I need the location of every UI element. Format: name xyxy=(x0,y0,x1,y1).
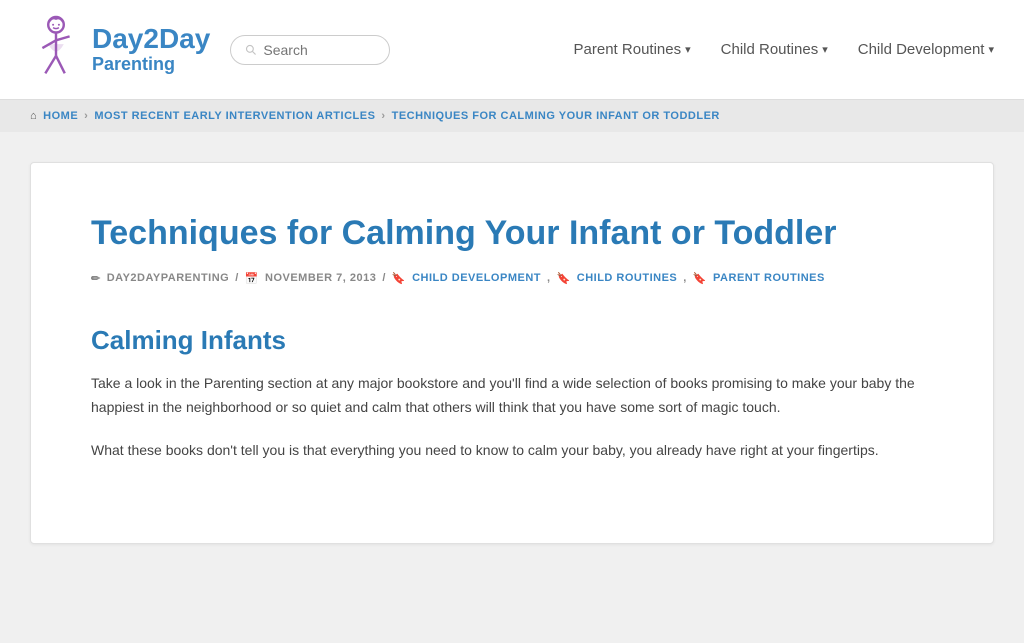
nav-child-routines-chevron: ▾ xyxy=(822,43,828,56)
home-icon: ⌂ xyxy=(30,110,37,122)
meta-author: DAY2DAYPARENTING xyxy=(107,272,230,284)
breadcrumb-home[interactable]: HOME xyxy=(43,110,78,122)
logo[interactable]: Day2Day Parenting xyxy=(30,15,210,85)
nav-child-development-label: Child Development xyxy=(858,41,985,58)
article-meta: ✏ DAY2DAYPARENTING / 📅 NOVEMBER 7, 2013 … xyxy=(91,272,933,285)
meta-date: NOVEMBER 7, 2013 xyxy=(265,272,376,284)
meta-sep3: , xyxy=(547,272,551,284)
search-input[interactable] xyxy=(263,42,375,58)
meta-tag-2[interactable]: CHILD ROUTINES xyxy=(577,272,678,284)
section-title: Calming Infants xyxy=(91,325,933,356)
meta-sep2: / xyxy=(382,272,386,284)
site-header: Day2Day Parenting Parent Routines ▾ Chil… xyxy=(0,0,1024,100)
breadcrumb-crumb2[interactable]: MOST RECENT EARLY INTERVENTION ARTICLES xyxy=(94,110,375,122)
breadcrumb-sep2: › xyxy=(381,110,385,122)
breadcrumb: ⌂ HOME › MOST RECENT EARLY INTERVENTION … xyxy=(0,100,1024,132)
search-icon xyxy=(245,43,257,57)
bookmark-icon-3: 🔖 xyxy=(693,272,707,285)
main-content: Techniques for Calming Your Infant or To… xyxy=(0,132,1024,574)
search-box[interactable] xyxy=(230,35,390,65)
bookmark-icon-1: 🔖 xyxy=(392,272,406,285)
meta-tag-1[interactable]: CHILD DEVELOPMENT xyxy=(412,272,541,284)
logo-sub: Parenting xyxy=(92,55,210,75)
pen-icon: ✏ xyxy=(91,272,101,285)
article-card: Techniques for Calming Your Infant or To… xyxy=(30,162,994,544)
logo-icon xyxy=(30,15,82,85)
nav-parent-routines-label: Parent Routines xyxy=(574,41,682,58)
logo-text: Day2Day Parenting xyxy=(92,24,210,75)
main-nav: Parent Routines ▾ Child Routines ▾ Child… xyxy=(574,41,994,58)
nav-child-development-chevron: ▾ xyxy=(988,43,994,56)
logo-name: Day2Day xyxy=(92,24,210,55)
meta-sep4: , xyxy=(683,272,687,284)
nav-child-routines[interactable]: Child Routines ▾ xyxy=(721,41,828,58)
nav-parent-routines[interactable]: Parent Routines ▾ xyxy=(574,41,691,58)
nav-parent-routines-chevron: ▾ xyxy=(685,43,691,56)
breadcrumb-sep1: › xyxy=(84,110,88,122)
body-paragraph-1: Take a look in the Parenting section at … xyxy=(91,372,933,420)
article-title: Techniques for Calming Your Infant or To… xyxy=(91,213,933,254)
article-body: Calming Infants Take a look in the Paren… xyxy=(91,325,933,463)
nav-child-development[interactable]: Child Development ▾ xyxy=(858,41,994,58)
breadcrumb-crumb3: TECHNIQUES FOR CALMING YOUR INFANT OR TO… xyxy=(392,110,720,122)
bookmark-icon-2: 🔖 xyxy=(557,272,571,285)
nav-child-routines-label: Child Routines xyxy=(721,41,819,58)
meta-tag-3[interactable]: PARENT ROUTINES xyxy=(713,272,825,284)
calendar-icon: 📅 xyxy=(245,272,259,285)
body-paragraph-2: What these books don't tell you is that … xyxy=(91,439,933,463)
meta-sep1: / xyxy=(235,272,239,284)
